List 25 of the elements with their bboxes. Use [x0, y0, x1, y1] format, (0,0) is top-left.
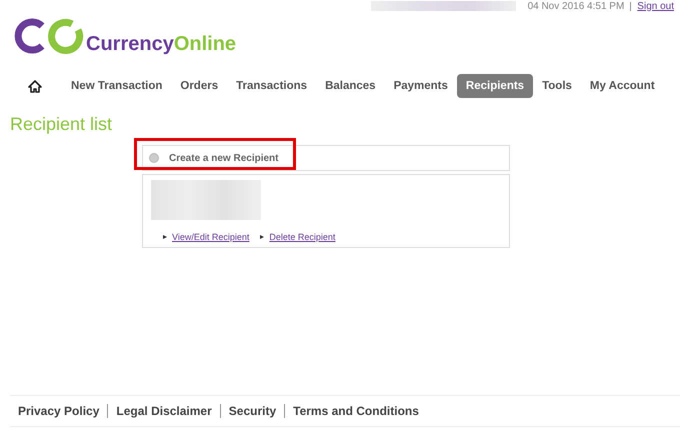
nav-tab[interactable]: Balances	[316, 74, 385, 98]
action-link[interactable]: View/Edit Recipient	[172, 232, 250, 242]
nav-tab[interactable]: My Account	[580, 74, 664, 98]
triangle-icon	[260, 235, 264, 239]
logo-icon	[12, 18, 84, 54]
nav-tab[interactable]: Orders	[171, 74, 228, 98]
nav-tab[interactable]: New Transaction	[62, 74, 172, 98]
home-icon[interactable]	[28, 80, 42, 92]
create-label: Create a new Recipient	[169, 152, 278, 164]
page-title: Recipient list	[10, 114, 114, 135]
nav-tab[interactable]: Recipients	[456, 74, 534, 98]
nav-tab[interactable]: Payments	[384, 74, 457, 98]
action-link[interactable]: Delete Recipient	[269, 232, 336, 242]
triangle-icon	[163, 235, 167, 239]
footer-link[interactable]: Privacy Policy	[18, 404, 100, 418]
sign-out-link[interactable]: Sign out	[637, 0, 674, 12]
footer-link[interactable]: Legal Disclaimer	[116, 404, 212, 418]
create-option-row[interactable]: Create a new Recipient	[142, 145, 510, 171]
footer-link[interactable]: Security	[228, 404, 276, 418]
logo-text: CurrencyOnline	[86, 33, 236, 56]
nav-tab[interactable]: Tools	[533, 74, 581, 98]
radio-button[interactable]	[149, 153, 159, 163]
session-date: 04 Nov 2016 4:51 PM	[528, 0, 624, 12]
footer-link[interactable]: Terms and Conditions	[293, 404, 419, 418]
nav-tab[interactable]: Transactions	[227, 74, 316, 98]
